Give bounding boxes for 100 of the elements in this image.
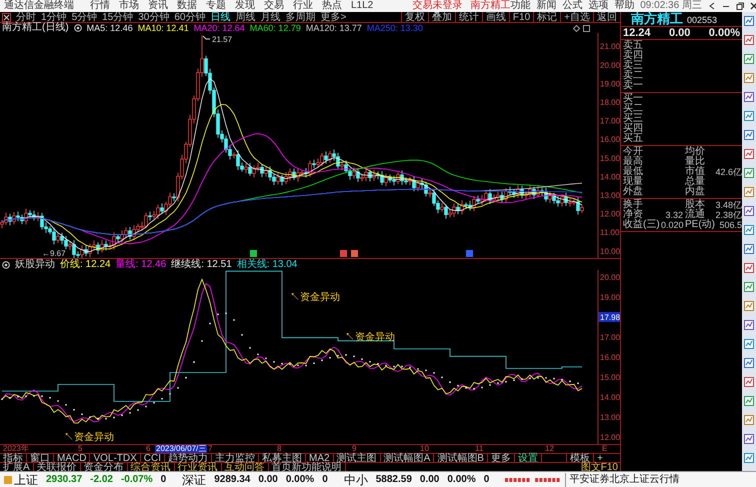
menu-item[interactable]: 资讯 [148, 0, 168, 12]
chart-icon[interactable] [744, 111, 754, 121]
chart-icon[interactable] [744, 16, 754, 26]
chart-icon[interactable] [744, 453, 754, 463]
square-icon[interactable] [583, 24, 590, 32]
indicator-tab[interactable]: CCI [140, 454, 166, 462]
restore-icon[interactable] [736, 2, 744, 10]
chart-tool-button[interactable]: F10 [508, 12, 534, 22]
index-name: 中小 [344, 472, 368, 486]
period-tab[interactable]: 15分钟 [102, 12, 134, 22]
chart-icon[interactable] [744, 206, 754, 216]
chart-icon[interactable] [744, 396, 754, 406]
indicator-tab[interactable]: 更多 [488, 454, 515, 462]
chart-icon[interactable] [744, 54, 754, 64]
ma-reading: MA5: 12.46 [86, 23, 133, 33]
chart-icon[interactable] [744, 244, 754, 254]
indicator-tab[interactable]: 测试幅图A [380, 454, 434, 462]
period-tab[interactable]: 分时 [16, 12, 36, 22]
diamond-icon[interactable] [573, 24, 580, 32]
chart-icon[interactable] [744, 168, 754, 178]
period-tab[interactable]: 更多> [320, 12, 346, 22]
indicator-tab[interactable]: MACD [54, 454, 90, 462]
chart-tool-button[interactable]: 叠加 [428, 12, 455, 22]
stat-label: 现量 [622, 177, 644, 187]
indicator-tab[interactable]: 窗口 [27, 454, 54, 462]
bid-level-label: 买一 [622, 94, 644, 104]
menu-item[interactable]: L1L2 [351, 0, 374, 12]
indicator-tab[interactable]: 趋势动力 [165, 454, 212, 462]
indicator-tab[interactable]: MA2 [306, 454, 334, 462]
grid-icon[interactable] [2, 12, 11, 22]
index-value: 2930.37 [46, 472, 82, 486]
menu-link[interactable]: 功能 [510, 0, 530, 12]
date-axis-label: 5 [78, 445, 82, 453]
close-icon[interactable] [750, 2, 756, 10]
chart-icon[interactable] [744, 130, 754, 140]
period-tab[interactable]: 日线 [210, 12, 230, 22]
chart-icon[interactable] [744, 377, 754, 387]
indicator-tab[interactable]: 私募主图 [259, 454, 306, 462]
indicator-tab[interactable]: 设置 [514, 454, 542, 462]
menu-item[interactable]: 热点 [322, 0, 342, 12]
chart-tool-button[interactable]: 标记 [533, 12, 560, 22]
menu-item[interactable]: 发现 [235, 0, 255, 12]
price-axis-label: 14.00 [600, 393, 620, 402]
period-tab[interactable]: 周线 [236, 12, 256, 22]
chart-icon[interactable] [744, 225, 754, 235]
chart-tool-button[interactable]: 复权 [400, 12, 428, 22]
chart-icon[interactable] [744, 339, 754, 349]
indicator-tab[interactable]: 指标 [0, 454, 27, 462]
signal-label: ↖资金异动 [64, 432, 114, 443]
period-tab[interactable]: 1分钟 [41, 12, 67, 22]
menu-link[interactable]: 选项 [588, 0, 608, 12]
stat-label: 净资 [622, 210, 643, 220]
app-title: 通达信金融终端 [4, 0, 74, 12]
chart-tool-button[interactable]: 返回 [593, 12, 620, 22]
menu-item[interactable]: 行业 [293, 0, 313, 12]
menu-link[interactable]: 公式 [562, 0, 582, 12]
date-axis-label: E [602, 445, 608, 453]
chart-icon[interactable] [744, 187, 754, 197]
chart-icon[interactable] [744, 35, 754, 45]
menu-link[interactable]: 帮助 [614, 0, 634, 12]
price-axis-label: 21.00 [600, 42, 620, 52]
period-tab[interactable]: 5分钟 [72, 12, 98, 22]
ask-level-label: 卖二 [622, 71, 644, 81]
indicator-tab[interactable]: 测试幅图B [434, 454, 488, 462]
template-button[interactable]: 模板 [566, 454, 594, 462]
chart-tool-button[interactable]: 画线 [482, 12, 509, 22]
chart-icon[interactable] [744, 149, 754, 159]
indicator-tab[interactable]: 测试主图 [334, 454, 381, 462]
chart-icon[interactable] [744, 301, 754, 311]
indicator-tab[interactable]: 主力监控 [212, 454, 260, 462]
chart-icon[interactable] [744, 92, 754, 102]
stat-label: 量比 [684, 157, 706, 167]
stat-label: 内盘 [684, 187, 706, 197]
chart-tool-button[interactable]: 统计 [454, 12, 482, 22]
chart-tool-button[interactable]: +自选 [560, 12, 593, 22]
chart-icon[interactable] [744, 415, 754, 425]
low-price-label: ←9.67 [42, 249, 66, 258]
target-icon[interactable] [74, 24, 82, 32]
period-tab[interactable]: 多周期 [286, 12, 316, 22]
chart-icon[interactable] [744, 434, 754, 444]
indicator-tab[interactable]: VOL-TDX [90, 454, 141, 462]
chart-icon[interactable] [744, 320, 754, 330]
menu-item[interactable]: 行情 [90, 0, 110, 12]
chart-icon[interactable] [744, 73, 754, 83]
price-axis-label: 19.00 [600, 79, 620, 88]
chart-icon[interactable] [744, 282, 754, 292]
signal-label: ↖资金异动 [290, 292, 340, 303]
chart-icon[interactable] [744, 358, 754, 368]
stat-label: 换手 [622, 200, 644, 210]
chart-icon[interactable] [744, 263, 754, 273]
target-icon[interactable] [2, 260, 10, 268]
period-tab[interactable]: 60分钟 [174, 12, 206, 22]
period-tab[interactable]: 30分钟 [138, 12, 170, 22]
period-tab[interactable]: 月线 [260, 12, 280, 22]
menu-item[interactable]: 数据 [177, 0, 197, 12]
back-icon[interactable] [708, 2, 716, 10]
template-button[interactable]: + [593, 454, 606, 462]
menu-item[interactable]: 专题 [206, 0, 226, 12]
index-value: 0.00% [286, 472, 314, 486]
f10-link[interactable]: 图文F10 [580, 462, 620, 472]
